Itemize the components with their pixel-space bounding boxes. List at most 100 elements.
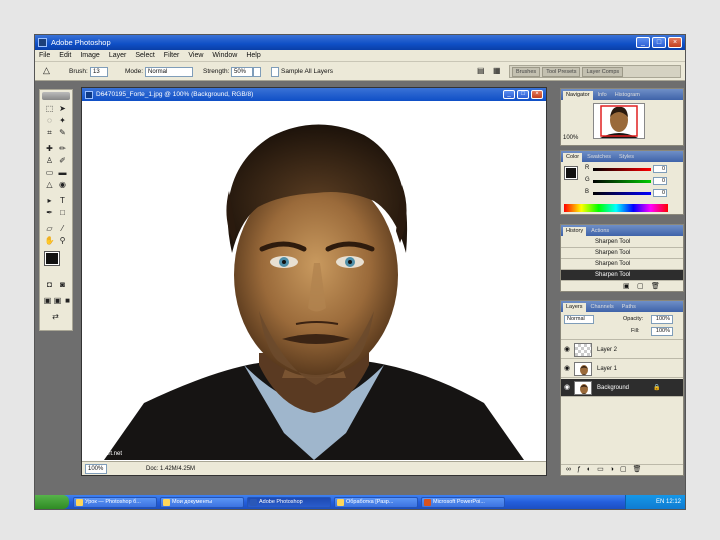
gradient-tool-icon[interactable]: ▬: [57, 168, 68, 178]
trash-icon[interactable]: 🗑: [651, 282, 660, 290]
eyedropper-icon[interactable]: ⁄: [57, 224, 68, 234]
foreground-color-swatch[interactable]: [44, 251, 60, 266]
lasso-tool-icon[interactable]: ◌: [44, 116, 55, 126]
menu-edit[interactable]: Edit: [59, 50, 71, 61]
magic-wand-icon[interactable]: ✦: [57, 116, 68, 126]
layer-row-selected[interactable]: ◉ Background 🔒: [561, 379, 683, 397]
tab-styles[interactable]: Styles: [616, 153, 637, 162]
taskbar-item[interactable]: Мои документы: [160, 496, 244, 508]
jump-to-imageready-icon[interactable]: ⇄: [50, 312, 61, 322]
history-state[interactable]: Sharpen Tool: [561, 237, 683, 248]
tab-info[interactable]: Info: [595, 91, 610, 100]
screen-mode-full-icon[interactable]: ■: [62, 296, 73, 306]
opacity-input[interactable]: 100%: [651, 315, 673, 324]
g-value[interactable]: 0: [653, 177, 667, 185]
clone-stamp-icon[interactable]: ♙: [44, 156, 55, 166]
b-slider[interactable]: [593, 192, 651, 195]
new-group-icon[interactable]: ▭: [597, 465, 604, 475]
healing-brush-icon[interactable]: ✚: [44, 144, 55, 154]
b-value[interactable]: 0: [653, 189, 667, 197]
tab-histogram[interactable]: Histogram: [612, 91, 643, 100]
eraser-tool-icon[interactable]: ▭: [44, 168, 55, 178]
shape-tool-icon[interactable]: □: [57, 208, 68, 218]
tab-history[interactable]: History: [563, 227, 587, 236]
layer-style-icon[interactable]: ƒ: [577, 465, 581, 475]
start-button[interactable]: [35, 495, 69, 509]
move-tool-icon[interactable]: ➤: [57, 104, 68, 114]
strength-dropdown-button[interactable]: [253, 67, 261, 77]
type-tool-icon[interactable]: T: [57, 196, 68, 206]
slice-tool-icon[interactable]: ✎: [57, 128, 68, 138]
document-close-button[interactable]: ×: [531, 90, 543, 99]
file-browser-icon[interactable]: ▦: [493, 66, 501, 76]
well-tab-tool-presets[interactable]: Tool Presets: [542, 67, 581, 77]
link-layers-icon[interactable]: ∞: [566, 465, 571, 475]
document-maximize-button[interactable]: □: [517, 90, 529, 99]
well-tab-brushes[interactable]: Brushes: [512, 67, 541, 77]
toolbox-header[interactable]: [42, 92, 70, 100]
doc-size-info[interactable]: Doc: 1.42M/4.25M: [146, 462, 195, 476]
palette-toggle-icon[interactable]: ▤: [477, 66, 485, 76]
tab-channels[interactable]: Channels: [588, 303, 617, 312]
pen-tool-icon[interactable]: ✒: [44, 208, 55, 218]
taskbar-item[interactable]: Microsoft PowerPoi...: [421, 496, 505, 508]
g-slider[interactable]: [593, 180, 651, 183]
close-button[interactable]: ×: [668, 37, 682, 48]
blend-mode-select[interactable]: Normal: [564, 315, 594, 324]
menu-window[interactable]: Window: [212, 50, 237, 61]
r-value[interactable]: 0: [653, 165, 667, 173]
layer-row[interactable]: ◉ Layer 1: [561, 360, 683, 378]
history-state-current[interactable]: Sharpen Tool: [561, 270, 683, 281]
layer-mask-icon[interactable]: ◐: [587, 465, 591, 475]
notes-tool-icon[interactable]: ▱: [44, 224, 55, 234]
menu-layer[interactable]: Layer: [109, 50, 127, 61]
new-snapshot-icon[interactable]: ▣: [623, 282, 630, 290]
tab-actions[interactable]: Actions: [588, 227, 612, 236]
color-foreground-swatch[interactable]: [564, 166, 578, 180]
hand-tool-icon[interactable]: ✋: [44, 236, 55, 246]
brush-picker[interactable]: 13: [90, 67, 108, 77]
sharpen-tool-icon[interactable]: △: [43, 65, 50, 75]
history-brush-icon[interactable]: ✐: [57, 156, 68, 166]
delete-layer-icon[interactable]: 🗑: [633, 465, 642, 475]
quick-mask-icon[interactable]: ◙: [57, 280, 68, 290]
tab-layers[interactable]: Layers: [563, 303, 586, 312]
path-selection-icon[interactable]: ▸: [44, 196, 55, 206]
blur-tool-icon[interactable]: △: [44, 180, 55, 190]
tab-paths[interactable]: Paths: [619, 303, 639, 312]
taskbar-item-active[interactable]: Adobe Photoshop: [247, 496, 331, 508]
menu-file[interactable]: File: [39, 50, 50, 61]
taskbar-item[interactable]: Урок — Photoshop б...: [73, 496, 157, 508]
adjustment-layer-icon[interactable]: ◑: [610, 465, 614, 475]
brush-tool-icon[interactable]: ✏: [57, 144, 68, 154]
history-state[interactable]: Sharpen Tool: [561, 248, 683, 259]
menu-view[interactable]: View: [188, 50, 203, 61]
navigator-thumbnail[interactable]: [593, 103, 645, 139]
new-document-icon[interactable]: ▢: [637, 282, 644, 290]
language-indicator[interactable]: EN: [656, 499, 664, 505]
visibility-eye-icon[interactable]: ◉: [564, 346, 571, 353]
image-canvas[interactable]: bright-art.net: [84, 103, 544, 460]
r-slider[interactable]: [593, 168, 651, 171]
menu-image[interactable]: Image: [80, 50, 99, 61]
maximize-button[interactable]: □: [652, 37, 666, 48]
history-state[interactable]: Sharpen Tool: [561, 259, 683, 270]
layer-row[interactable]: ◉ Layer 2: [561, 341, 683, 359]
navigator-zoom[interactable]: 100%: [563, 135, 578, 141]
document-minimize-button[interactable]: _: [503, 90, 515, 99]
well-tab-layer-comps[interactable]: Layer Comps: [582, 67, 624, 77]
strength-input[interactable]: 50%: [231, 67, 253, 77]
menu-filter[interactable]: Filter: [164, 50, 180, 61]
tab-swatches[interactable]: Swatches: [584, 153, 614, 162]
zoom-tool-icon[interactable]: ⚲: [57, 236, 68, 246]
fill-input[interactable]: 100%: [651, 327, 673, 336]
marquee-tool-icon[interactable]: ⬚: [44, 104, 55, 114]
color-spectrum-bar[interactable]: [564, 204, 668, 212]
minimize-button[interactable]: _: [636, 37, 650, 48]
taskbar-item[interactable]: Обработка [Разр...: [334, 496, 418, 508]
standard-mode-icon[interactable]: ◘: [44, 280, 55, 290]
new-layer-icon[interactable]: ▢: [620, 465, 627, 475]
zoom-level-field[interactable]: 100%: [85, 464, 107, 474]
visibility-eye-icon[interactable]: ◉: [564, 384, 571, 391]
sample-all-layers-checkbox[interactable]: [271, 67, 279, 77]
